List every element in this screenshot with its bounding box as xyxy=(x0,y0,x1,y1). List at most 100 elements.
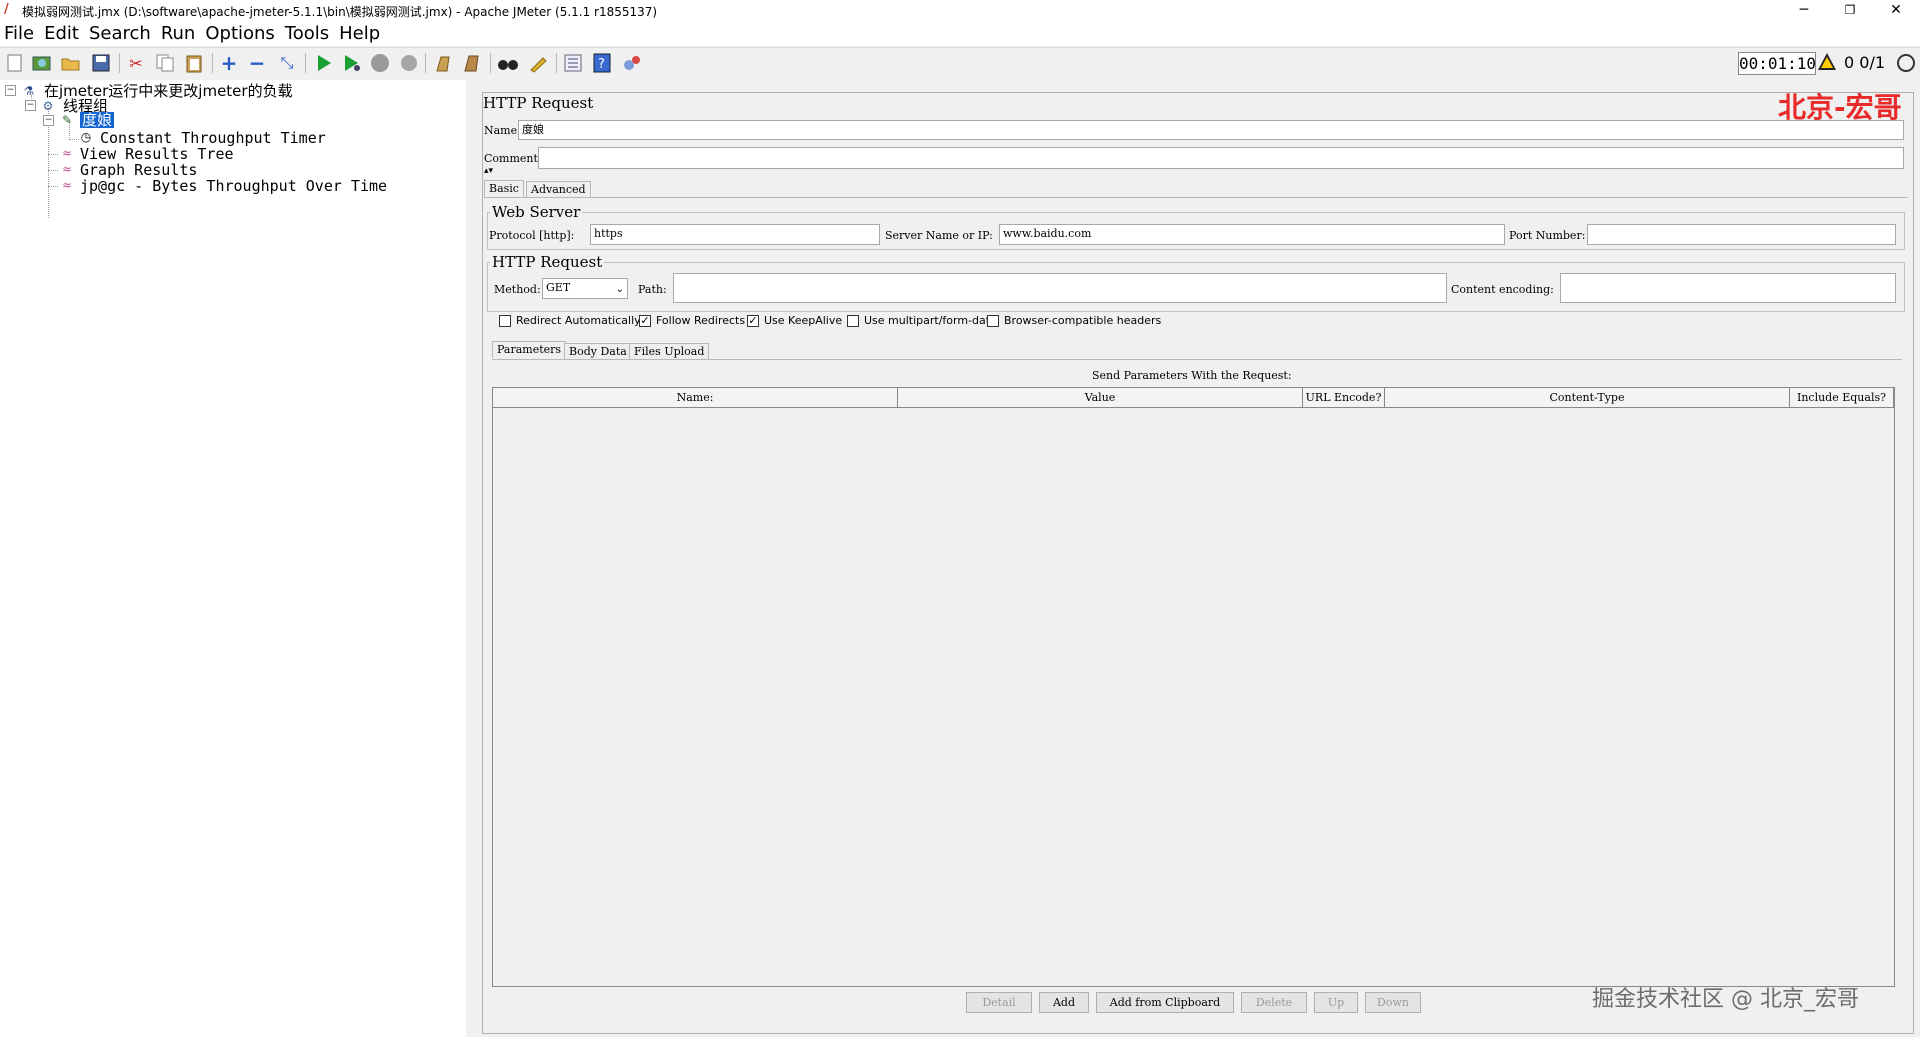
menu-file[interactable]: File xyxy=(0,22,39,46)
port-field[interactable] xyxy=(1587,224,1896,245)
menu-run[interactable]: Run xyxy=(156,22,201,46)
open-icon[interactable] xyxy=(60,52,82,74)
tree-node-sampler[interactable]: 度娘 xyxy=(80,112,115,128)
templates-icon[interactable] xyxy=(31,52,53,74)
menu-edit[interactable]: Edit xyxy=(39,22,84,46)
tab-underline xyxy=(492,359,1902,360)
minimize-button[interactable]: ─ xyxy=(1781,0,1827,22)
restore-button[interactable]: ❐ xyxy=(1827,0,1873,22)
multipart-label: Use multipart/form-data xyxy=(864,314,997,327)
sampler-pen-icon: ✎ xyxy=(61,113,73,127)
toolbar: ✂ + − ⤡ ? 00:01:10 0 0/1 xyxy=(0,47,1920,81)
name-label: Name: xyxy=(484,124,521,137)
down-button[interactable]: Down xyxy=(1365,992,1421,1013)
splitter-arrows-icon[interactable]: ▴▾ xyxy=(484,166,493,176)
tree-node-view-results-tree[interactable]: View Results Tree xyxy=(80,146,234,162)
close-button[interactable]: ✕ xyxy=(1873,0,1919,22)
jmeter-feather-icon: / xyxy=(4,2,9,17)
site-watermark: 掘金技术社区 @ 北京_宏哥 xyxy=(1592,987,1859,1012)
method-select[interactable]: GET ⌄ xyxy=(542,278,628,299)
title-bar: / 模拟弱网测试.jmx (D:\software\apache-jmeter-… xyxy=(0,0,1920,22)
content-encoding-field[interactable] xyxy=(1560,273,1896,303)
column-content-type[interactable]: Content-Type xyxy=(1385,388,1790,408)
path-field[interactable] xyxy=(673,273,1447,303)
multipart-checkbox[interactable] xyxy=(847,315,859,327)
collapse-icon[interactable]: − xyxy=(246,51,268,75)
copy-icon[interactable] xyxy=(154,52,176,74)
delete-button[interactable]: Delete xyxy=(1241,992,1307,1013)
name-field[interactable]: 度娘 xyxy=(518,120,1904,140)
thread-group-gear-icon: ⚙ xyxy=(42,99,54,113)
parameters-table[interactable]: Name: Value URL Encode? Content-Type Inc… xyxy=(492,387,1895,987)
paste-icon[interactable] xyxy=(183,52,205,74)
add-button[interactable]: Add xyxy=(1039,992,1089,1013)
comments-field[interactable] xyxy=(538,147,1904,169)
menu-bar: File Edit Search Run Options Tools Help xyxy=(0,22,1920,46)
follow-redirects-checkbox[interactable]: ✓ xyxy=(639,315,651,327)
window-title: 模拟弱网测试.jmx (D:\software\apache-jmeter-5.… xyxy=(22,5,658,19)
web-server-title: Web Server xyxy=(490,203,583,221)
tree-node-bytes-throughput[interactable]: jp@gc - Bytes Throughput Over Time xyxy=(80,178,387,194)
cut-icon[interactable]: ✂ xyxy=(125,52,147,74)
menu-help[interactable]: Help xyxy=(334,22,385,46)
start-icon[interactable] xyxy=(313,52,335,74)
add-from-clipboard-button[interactable]: Add from Clipboard xyxy=(1096,992,1234,1013)
server-field[interactable]: www.baidu.com xyxy=(999,224,1505,245)
svg-text:?: ? xyxy=(598,57,605,72)
save-icon[interactable] xyxy=(90,52,112,74)
server-label: Server Name or IP: xyxy=(885,229,993,242)
tree-line xyxy=(69,139,79,140)
collapse-toggle[interactable]: − xyxy=(43,115,54,126)
help-icon[interactable]: ? xyxy=(591,52,613,74)
use-keepalive-checkbox[interactable]: ✓ xyxy=(747,315,759,327)
browser-headers-checkbox[interactable] xyxy=(987,315,999,327)
listener-graph-icon: ≈ xyxy=(61,178,73,192)
function-helper-icon[interactable] xyxy=(562,52,584,74)
stop-icon[interactable] xyxy=(369,52,391,74)
redirect-automatically-checkbox[interactable] xyxy=(499,315,511,327)
menu-search[interactable]: Search xyxy=(84,22,156,46)
remote-status-icon[interactable] xyxy=(1897,54,1915,72)
toolbar-separator xyxy=(425,53,426,73)
up-button[interactable]: Up xyxy=(1314,992,1358,1013)
tab-basic[interactable]: Basic xyxy=(484,180,524,197)
start-no-pauses-icon[interactable] xyxy=(341,52,363,74)
tab-body-data[interactable]: Body Data xyxy=(564,343,632,360)
tab-parameters[interactable]: Parameters xyxy=(492,341,567,358)
panel-title: HTTP Request xyxy=(483,94,594,112)
port-label: Port Number: xyxy=(1509,229,1586,242)
protocol-field[interactable]: https xyxy=(590,224,880,245)
column-name[interactable]: Name: xyxy=(493,388,898,408)
toolbar-separator xyxy=(490,53,491,73)
tree-line xyxy=(48,154,58,155)
menu-options[interactable]: Options xyxy=(200,22,279,46)
search-binoculars-icon[interactable] xyxy=(497,52,519,74)
listener-graph-icon: ≈ xyxy=(61,146,73,160)
tree-node-timer[interactable]: Constant Throughput Timer xyxy=(100,130,326,146)
collapse-toggle[interactable]: − xyxy=(5,85,16,96)
method-value: GET xyxy=(546,281,571,294)
method-label: Method: xyxy=(494,283,541,296)
timer-clock-icon: ◷ xyxy=(80,130,92,144)
shutdown-icon[interactable] xyxy=(398,52,420,74)
column-include-equals[interactable]: Include Equals? xyxy=(1790,388,1894,408)
expand-icon[interactable]: + xyxy=(218,51,240,75)
http-request-title: HTTP Request xyxy=(490,253,605,271)
tab-advanced[interactable]: Advanced xyxy=(526,181,591,198)
column-value[interactable]: Value xyxy=(898,388,1303,408)
menu-tools[interactable]: Tools xyxy=(280,22,334,46)
collapse-toggle[interactable]: − xyxy=(25,100,36,111)
toggle-icon[interactable]: ⤡ xyxy=(276,52,298,74)
new-icon[interactable] xyxy=(4,52,26,74)
reset-search-icon[interactable] xyxy=(527,52,549,74)
tree-node-graph-results[interactable]: Graph Results xyxy=(80,162,197,178)
toolbar-separator xyxy=(119,53,120,73)
detail-button[interactable]: Detail xyxy=(966,992,1032,1013)
column-url-encode[interactable]: URL Encode? xyxy=(1303,388,1385,408)
remote-icon[interactable] xyxy=(621,52,643,74)
pane-splitter[interactable] xyxy=(466,80,474,1037)
clear-icon[interactable] xyxy=(432,52,454,74)
clear-all-icon[interactable] xyxy=(461,52,483,74)
tab-files-upload[interactable]: Files Upload xyxy=(629,343,710,360)
listener-graph-icon: ≈ xyxy=(61,162,73,176)
